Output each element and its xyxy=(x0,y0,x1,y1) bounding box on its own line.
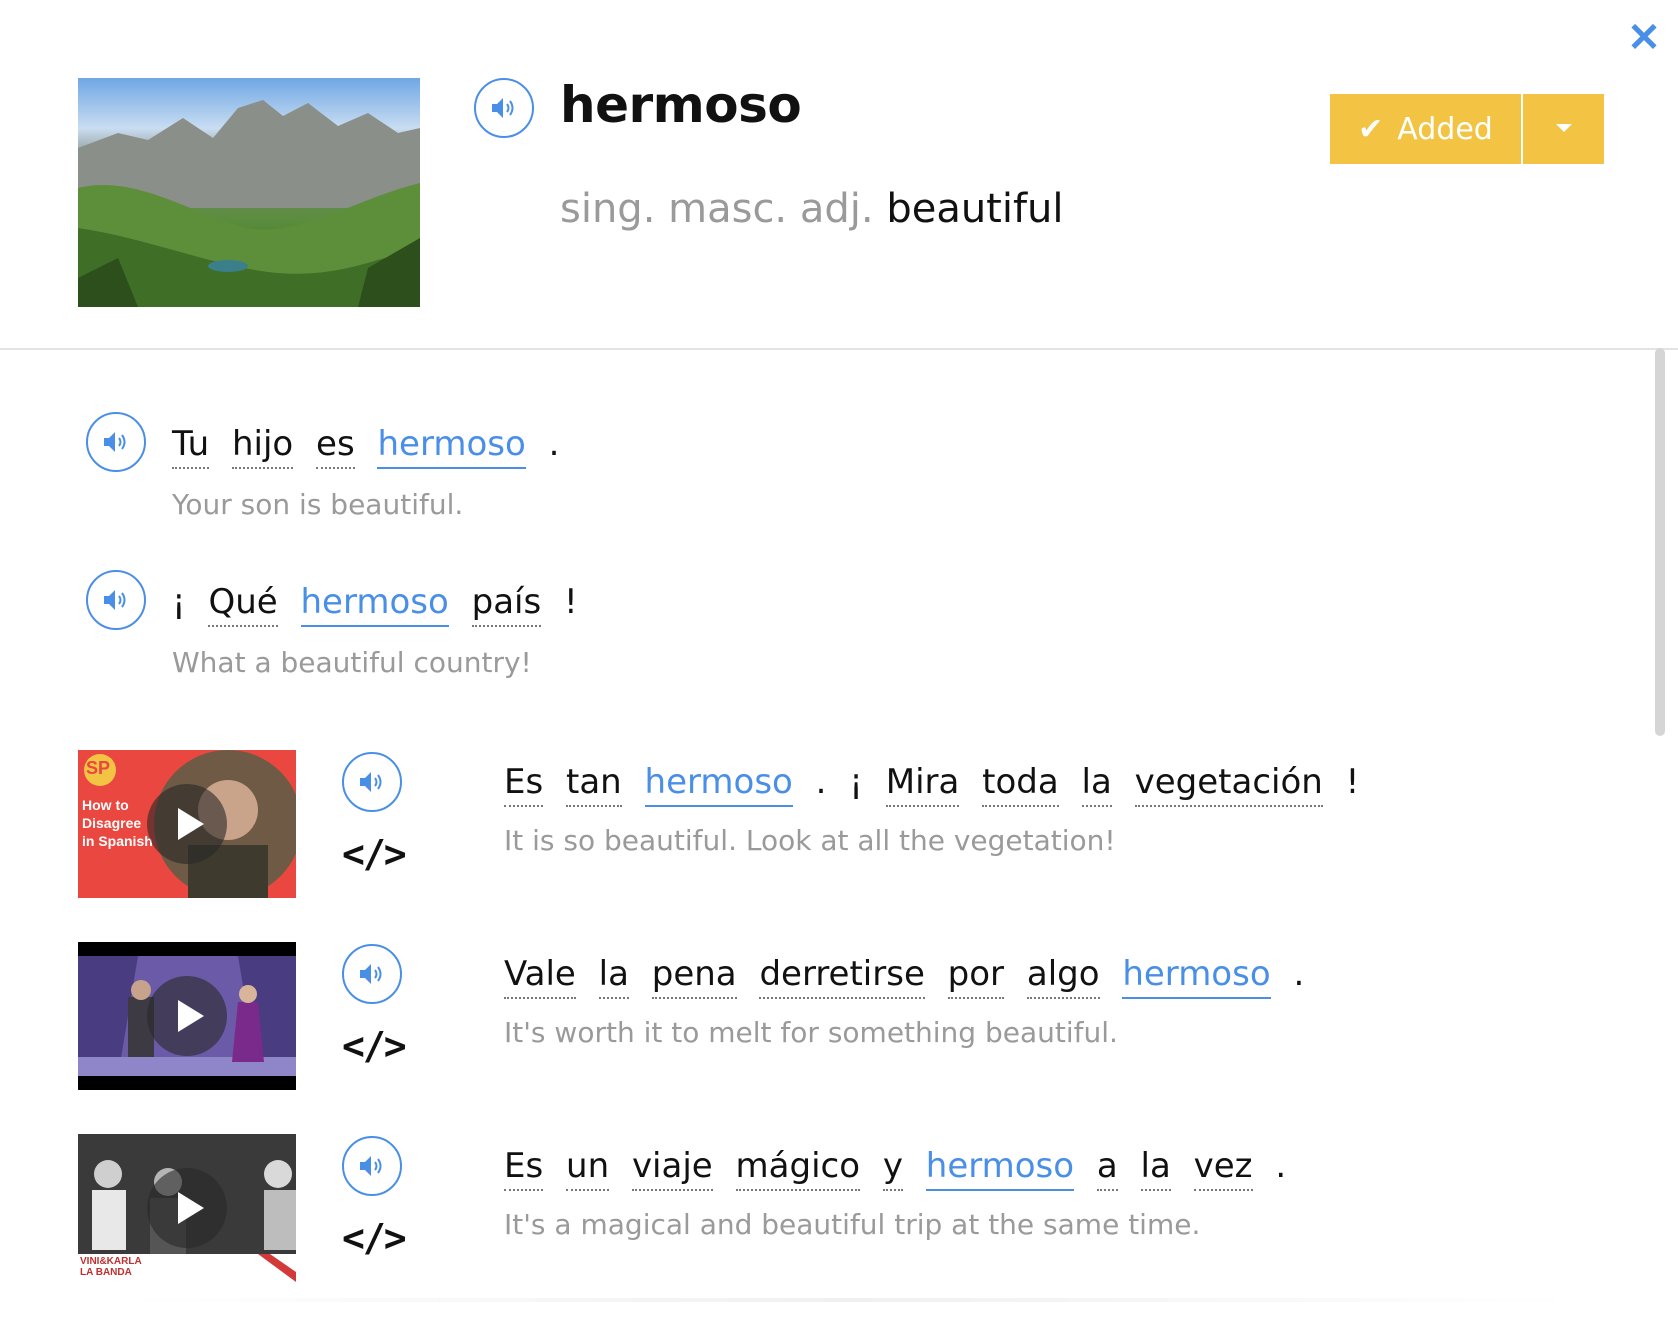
example-sentence: Vale la pena derretirse por algo hermoso… xyxy=(504,954,1316,999)
highlighted-word[interactable]: hermoso xyxy=(925,1146,1075,1191)
word-token[interactable]: Qué xyxy=(208,582,278,627)
play-icon[interactable] xyxy=(147,784,227,864)
example-sentence: Es tan hermoso . ¡ Mira toda la vegetaci… xyxy=(504,762,1371,807)
thumbnail-text: Disagree xyxy=(82,815,142,831)
video-thumbnail[interactable]: VINI&KARLA LA BANDA xyxy=(78,1134,296,1282)
word-token[interactable]: toda xyxy=(982,762,1059,807)
embed-code-icon[interactable]: </> xyxy=(342,1024,407,1068)
word-token[interactable]: la xyxy=(1081,762,1112,807)
example-translation: It is so beautiful. Look at all the vege… xyxy=(504,824,1116,857)
meaning: beautiful xyxy=(886,186,1064,232)
word-token[interactable]: mágico xyxy=(735,1146,861,1191)
highlighted-word[interactable]: hermoso xyxy=(377,424,526,469)
speaker-icon[interactable] xyxy=(342,944,402,1004)
video-thumbnail[interactable] xyxy=(78,942,296,1090)
example-sentence: ¡ Qué hermoso país ! xyxy=(172,582,590,627)
headword: hermoso xyxy=(560,76,802,134)
example-sentence: Es un viaje mágico y hermoso a la vez . xyxy=(504,1146,1298,1191)
punctuation: . xyxy=(548,424,560,464)
punctuation: . xyxy=(1275,1146,1287,1186)
scrollbar[interactable] xyxy=(1655,348,1665,736)
word-token[interactable]: Vale xyxy=(504,954,576,999)
example-translation: Your son is beautiful. xyxy=(172,488,464,521)
word-token[interactable]: la xyxy=(1140,1146,1171,1191)
highlighted-word[interactable]: hermoso xyxy=(300,582,449,627)
word-token[interactable]: viaje xyxy=(631,1146,713,1191)
word-token[interactable]: vez xyxy=(1193,1146,1253,1191)
thumbnail-text: in Spanish xyxy=(82,833,153,849)
part-of-speech: sing. masc. adj. xyxy=(560,186,874,232)
word-token[interactable]: Tu xyxy=(172,424,210,469)
speaker-icon[interactable] xyxy=(474,78,534,138)
thumbnail-text: LA BANDA xyxy=(80,1267,132,1278)
speaker-icon[interactable] xyxy=(342,1136,402,1196)
word-token[interactable]: derretirse xyxy=(759,954,925,999)
speaker-icon[interactable] xyxy=(342,752,402,812)
definition: sing. masc. adj. beautiful xyxy=(560,186,1064,232)
embed-code-icon[interactable]: </> xyxy=(342,1216,407,1260)
added-label: Added xyxy=(1397,111,1493,147)
speaker-icon[interactable] xyxy=(86,570,146,630)
embed-code-icon[interactable]: </> xyxy=(342,832,407,876)
punctuation: ¡ xyxy=(172,582,186,622)
word-token[interactable]: país xyxy=(471,582,542,627)
word-token[interactable]: pena xyxy=(651,954,737,999)
word-token[interactable]: un xyxy=(566,1146,610,1191)
play-icon[interactable] xyxy=(147,976,227,1056)
word-token[interactable]: Es xyxy=(504,762,544,807)
chevron-down-icon xyxy=(1556,124,1572,132)
example-translation: It's worth it to melt for something beau… xyxy=(504,1016,1118,1049)
word-token[interactable]: es xyxy=(316,424,355,469)
word-token[interactable]: algo xyxy=(1026,954,1100,999)
divider xyxy=(0,348,1678,350)
thumbnail-logo: SP xyxy=(86,758,111,778)
highlighted-word[interactable]: hermoso xyxy=(1122,954,1271,999)
added-button[interactable]: ✔ Added xyxy=(1330,94,1522,164)
example-translation: What a beautiful country! xyxy=(172,646,532,679)
speaker-icon[interactable] xyxy=(86,412,146,472)
word-token[interactable]: Es xyxy=(504,1146,544,1191)
punctuation: ¡ xyxy=(849,762,863,802)
checkmark-icon: ✔ xyxy=(1358,111,1384,147)
close-icon[interactable]: ✕ xyxy=(1624,18,1664,58)
punctuation: ! xyxy=(564,582,578,622)
example-translation: It's a magical and beautiful trip at the… xyxy=(504,1208,1201,1241)
word-token[interactable]: vegetación xyxy=(1134,762,1323,807)
example-sentence: Tu hijo es hermoso . xyxy=(172,424,571,469)
list-bottom-shadow xyxy=(120,1298,1580,1302)
word-image xyxy=(78,78,420,307)
word-token[interactable]: por xyxy=(947,954,1005,999)
word-token[interactable]: Mira xyxy=(885,762,960,807)
word-token[interactable]: tan xyxy=(566,762,622,807)
word-token[interactable]: y xyxy=(882,1146,903,1191)
word-token[interactable]: la xyxy=(598,954,629,999)
video-thumbnail[interactable]: SP How to Disagree in Spanish xyxy=(78,750,296,898)
punctuation: . xyxy=(815,762,827,802)
thumbnail-text: How to xyxy=(82,797,129,813)
thumbnail-text: VINI&KARLA xyxy=(80,1256,142,1267)
punctuation: ! xyxy=(1345,762,1360,802)
word-token[interactable]: hijo xyxy=(231,424,294,469)
added-dropdown-button[interactable] xyxy=(1523,94,1604,164)
word-token[interactable]: a xyxy=(1096,1146,1118,1191)
highlighted-word[interactable]: hermoso xyxy=(644,762,793,807)
play-icon[interactable] xyxy=(147,1168,227,1248)
punctuation: . xyxy=(1293,954,1305,994)
